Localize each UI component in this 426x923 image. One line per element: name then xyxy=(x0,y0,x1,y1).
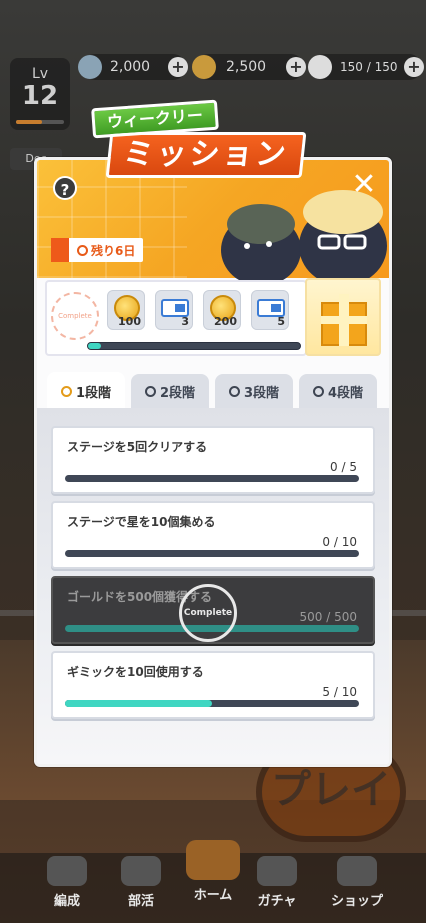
level-value: 12 xyxy=(21,81,59,111)
stamina-value: 150 / 150 xyxy=(340,60,398,74)
resource-bar: 2,000 + 2,500 + 150 / 150 + xyxy=(0,50,426,84)
mission-progress-bar xyxy=(65,700,359,707)
mission-list: ステージを5回クリアする 0 / 5 ステージで星を10個集める 0 / 10 … xyxy=(37,408,389,764)
coin-value: 2,500 xyxy=(226,59,267,75)
reward-qty: 3 xyxy=(181,315,189,328)
mission-count: 500 / 500 xyxy=(299,610,357,624)
mission-progress-bar xyxy=(65,475,359,482)
clock-icon xyxy=(77,244,88,256)
ball-icon xyxy=(144,385,156,397)
reward-progress-bar xyxy=(87,342,301,350)
character-illustration xyxy=(221,190,387,280)
complete-badge: Complete xyxy=(179,584,237,642)
gift-ribbon xyxy=(321,316,367,324)
reward-item[interactable]: 100 xyxy=(107,290,145,330)
nav-gacha[interactable]: ガチャ xyxy=(238,856,316,909)
mission-item[interactable]: ギミックを10回使用する 5 / 10 xyxy=(51,651,375,719)
reward-item[interactable]: 200 xyxy=(203,290,241,330)
weekly-mission-dialog: ? ✕ 残り6日 Complete 100 3 200 5 1段階 2段階 3段… xyxy=(34,157,392,767)
tab-stage-4[interactable]: 4段階 xyxy=(299,374,377,408)
mission-progress-fill xyxy=(65,700,212,707)
dialog-title: ミッション xyxy=(105,132,307,178)
reward-progress-fill xyxy=(88,343,101,349)
mission-title: ステージを5回クリアする xyxy=(67,440,208,454)
mission-title: ギミックを10回使用する xyxy=(67,665,204,679)
mission-item-completed[interactable]: ゴールドを500個獲得する 500 / 500 Complete xyxy=(51,576,375,644)
tab-stage-1[interactable]: 1段階 xyxy=(47,372,125,410)
formation-icon xyxy=(47,856,87,886)
mission-count: 0 / 5 xyxy=(330,460,357,474)
add-coin-button[interactable]: + xyxy=(286,57,306,77)
gold-value: 2,000 xyxy=(110,59,151,75)
stamina-pill: 150 / 150 + xyxy=(308,54,424,80)
gold-pill: 2,000 + xyxy=(78,54,188,80)
mission-count: 0 / 10 xyxy=(322,535,357,549)
help-button[interactable]: ? xyxy=(53,176,77,200)
exp-bar xyxy=(16,120,64,124)
reward-item[interactable]: 5 xyxy=(251,290,289,330)
mission-title: ステージで星を10個集める xyxy=(67,515,216,529)
gacha-icon xyxy=(257,856,297,886)
tab-label: 4段階 xyxy=(327,385,364,401)
reward-qty: 5 xyxy=(277,315,285,328)
remaining-time-text: 残り6日 xyxy=(91,243,136,258)
mission-item[interactable]: ステージを5回クリアする 0 / 5 xyxy=(51,426,375,494)
tab-label: 1段階 xyxy=(75,385,112,401)
tab-stage-2[interactable]: 2段階 xyxy=(131,374,209,408)
ball-icon xyxy=(312,385,324,397)
shop-icon xyxy=(337,856,377,886)
nav-label: 編成 xyxy=(53,894,80,909)
home-icon xyxy=(186,840,240,880)
reward-item[interactable]: 3 xyxy=(155,290,193,330)
reward-qty: 200 xyxy=(214,315,237,328)
nav-shop[interactable]: ショップ xyxy=(318,856,396,909)
complete-stamp: Complete xyxy=(51,292,99,340)
coin-pill: 2,500 + xyxy=(192,54,306,80)
nav-label: ショップ xyxy=(330,894,383,909)
mission-item[interactable]: ステージで星を10個集める 0 / 10 xyxy=(51,501,375,569)
stamina-icon xyxy=(308,55,332,79)
nav-formation[interactable]: 編成 xyxy=(28,856,106,909)
nav-label: 部活 xyxy=(127,894,154,909)
bottom-nav: 編成 部活 ホーム ガチャ ショップ xyxy=(0,840,426,923)
remaining-time-badge: 残り6日 xyxy=(51,238,143,262)
nav-club[interactable]: 部活 xyxy=(102,856,180,909)
badge-marker xyxy=(51,238,69,262)
tab-label: 3段階 xyxy=(243,385,280,401)
stage-tabs: 1段階 2段階 3段階 4段階 xyxy=(47,372,379,410)
ball-icon xyxy=(228,385,240,397)
coin-icon xyxy=(192,55,216,79)
ball-icon xyxy=(60,385,72,397)
mission-progress-bar xyxy=(65,550,359,557)
final-reward-giftbox[interactable] xyxy=(305,278,381,356)
tab-label: 2段階 xyxy=(159,385,196,401)
tab-stage-3[interactable]: 3段階 xyxy=(215,374,293,408)
reward-qty: 100 xyxy=(118,315,141,328)
fish-icon xyxy=(78,55,102,79)
add-stamina-button[interactable]: + xyxy=(404,57,424,77)
nav-label: ガチャ xyxy=(257,894,297,909)
reward-track: Complete 100 3 200 5 xyxy=(45,280,307,356)
nav-label: ホーム xyxy=(193,888,233,903)
add-gold-button[interactable]: + xyxy=(168,57,188,77)
mission-count: 5 / 10 xyxy=(322,685,357,699)
club-icon xyxy=(121,856,161,886)
